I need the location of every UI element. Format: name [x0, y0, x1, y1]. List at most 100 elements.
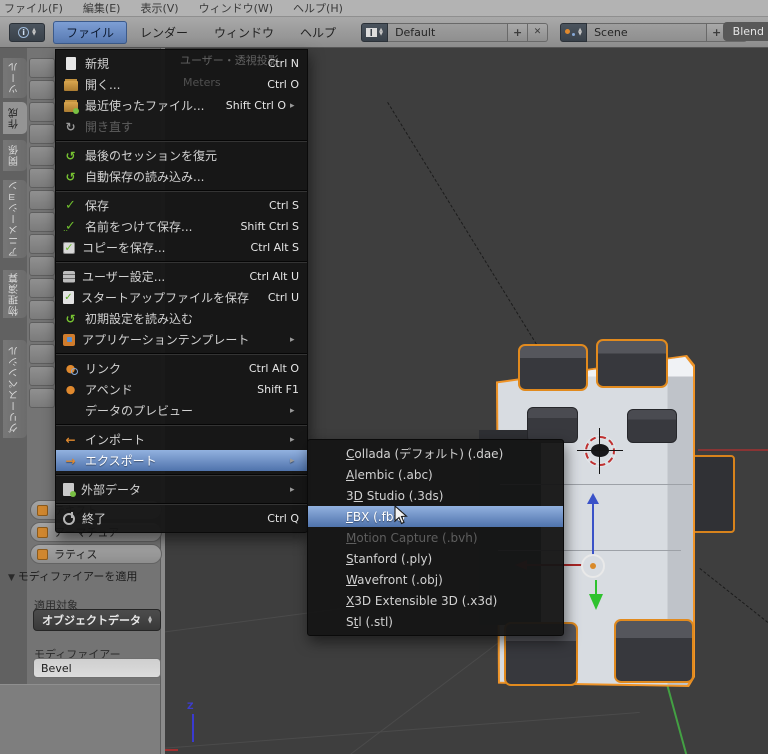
tool-icon-uv-sphere[interactable] — [29, 124, 55, 144]
operator-panel-header[interactable]: モディファイアーを適用 — [8, 568, 138, 584]
info-editor-icon — [18, 26, 30, 38]
file-menu-item[interactable]: 終了 Ctrl Q — [56, 508, 307, 529]
tool-icon-bezier-curve[interactable] — [29, 256, 55, 276]
file-menu-item[interactable]: 最近使ったファイル... Shift Ctrl O — [56, 95, 307, 116]
os-menu-item[interactable]: 表示(V) — [140, 0, 178, 16]
export-menu-item[interactable]: Stl (.stl) — [308, 611, 563, 632]
os-menu-item[interactable]: 編集(E) — [83, 0, 121, 16]
dashed-line — [699, 568, 768, 623]
tool-icon-empty[interactable] — [29, 388, 55, 408]
submenu-arrow-icon — [290, 435, 299, 445]
tool-icon-text[interactable] — [29, 344, 55, 364]
tool-icon-grid[interactable] — [29, 212, 55, 232]
header-menu-item[interactable]: ヘルプ — [287, 21, 349, 44]
menu-item-label: 自動保存の読み込み... — [85, 170, 205, 184]
dashed-line — [387, 102, 537, 345]
tool-icon-path[interactable] — [29, 322, 55, 342]
shelf-empty-area — [0, 684, 160, 754]
file-menu-item[interactable]: エクスポート — [56, 450, 307, 471]
file-menu-item[interactable]: 名前をつけて保存... Shift Ctrl S — [56, 216, 307, 237]
manipulator-z-arrow[interactable] — [587, 493, 599, 504]
shelf-tab[interactable]: アニメーション — [3, 180, 27, 258]
session-icon — [63, 149, 78, 163]
os-menu-item[interactable]: ヘルプ(H) — [293, 0, 343, 16]
add-layout-button[interactable] — [508, 22, 529, 42]
export-menu-item[interactable]: FBX (.fbx) — [308, 506, 563, 527]
export-menu-item[interactable]: 3D Studio (.3ds) — [308, 485, 563, 506]
menu-separator — [56, 190, 307, 192]
menu-item-label: Collada (デフォルト) (.dae) — [346, 447, 504, 461]
shelf-tab[interactable]: 関係 — [3, 140, 27, 171]
os-menu-item[interactable]: ウィンドウ(W) — [199, 0, 273, 16]
header-menu-item[interactable]: レンダー — [127, 21, 201, 44]
menu-item-label: スタートアップファイルを保存 — [81, 291, 250, 305]
tool-icon-torus[interactable] — [29, 190, 55, 210]
tool-icon-cube[interactable] — [29, 80, 55, 100]
file-menu-item[interactable]: 最後のセッションを復元 — [56, 145, 307, 166]
file-menu-item[interactable]: 保存 Ctrl S — [56, 195, 307, 216]
mini-axis-z-line — [192, 714, 194, 742]
tool-icon-cylinder[interactable] — [29, 146, 55, 166]
file-menu-item[interactable]: 開く... Ctrl O — [56, 74, 307, 95]
menu-item-label: 最後のセッションを復元 — [85, 149, 218, 163]
tool-icon-metaball[interactable] — [29, 366, 55, 386]
menu-item-label: エクスポート — [85, 454, 157, 468]
export-menu-item[interactable]: Stanford (.ply) — [308, 548, 563, 569]
brick-pad — [527, 407, 578, 443]
os-menu-item[interactable]: ファイル(F) — [4, 0, 63, 16]
file-menu-item[interactable]: リンク Ctrl Alt O — [56, 358, 307, 379]
tool-icon-circle[interactable] — [29, 102, 55, 122]
export-menu-item[interactable]: Collada (デフォルト) (.dae) — [308, 443, 563, 464]
shelf-button[interactable]: ラティス — [30, 544, 162, 564]
menu-item-label: 外部データ — [81, 483, 142, 497]
menu-item-label: 最近使ったファイル... — [85, 99, 205, 113]
modifier-name-field[interactable]: Bevel — [33, 658, 161, 678]
shelf-tab[interactable]: グリースペンシル — [3, 340, 27, 438]
menu-item-label: 名前をつけて保存... — [85, 220, 193, 234]
file-menu-item[interactable]: データのプレビュー — [56, 400, 307, 421]
shelf-tab[interactable]: 物理演算 — [3, 270, 27, 318]
file-menu-item[interactable]: コピーを保存... Ctrl Alt S — [56, 237, 307, 258]
screen-layout-browse-button[interactable] — [361, 22, 389, 42]
file-menu-item[interactable]: 自動保存の読み込み... — [56, 166, 307, 187]
tool-icon-circle-curve[interactable] — [29, 278, 55, 298]
savecopy-icon — [63, 241, 75, 255]
screen-layout-name-field[interactable]: Default — [388, 22, 509, 42]
viewport-view-label: ユーザー・透視投影 — [180, 54, 279, 67]
export-menu-item[interactable]: X3D Extensible 3D (.x3d) — [308, 590, 563, 611]
create-icon-column — [29, 58, 55, 410]
header-menu-item[interactable]: ファイル — [53, 20, 128, 44]
file-menu-item[interactable]: ユーザー設定... Ctrl Alt U — [56, 266, 307, 287]
file-menu-item[interactable]: アプリケーションテンプレート — [56, 329, 307, 350]
tool-icon-plane[interactable] — [29, 58, 55, 78]
export-menu-item[interactable]: Wavefront (.obj) — [308, 569, 563, 590]
screen-layout-selector: Default — [361, 22, 549, 42]
file-menu-item[interactable]: 初期設定を読み込む — [56, 308, 307, 329]
object-origin — [581, 554, 605, 578]
file-menu-item[interactable]: アペンド Shift F1 — [56, 379, 307, 400]
menu-item-label: Wavefront (.obj) — [346, 572, 443, 587]
chevron-updown-icon — [148, 616, 152, 624]
shelf-tab[interactable]: ツール — [3, 58, 27, 98]
file-menu-item[interactable]: インポート — [56, 429, 307, 450]
file-menu-item[interactable]: 外部データ — [56, 479, 307, 500]
manipulator-y-arrow[interactable] — [589, 594, 603, 610]
tool-icon-nurbs-curve[interactable] — [29, 300, 55, 320]
shelf-tab[interactable]: 作成 — [3, 102, 27, 134]
menu-item-shortcut: Ctrl U — [267, 291, 299, 304]
tool-icon-monkey[interactable] — [29, 234, 55, 254]
menu-item-label: Stanford (.ply) — [346, 551, 433, 566]
prefs-icon — [63, 270, 75, 283]
header-menu-item[interactable]: ウィンドウ — [201, 21, 287, 44]
scene-name-field[interactable]: Scene — [587, 22, 708, 42]
tool-icon-cone[interactable] — [29, 168, 55, 188]
close-layout-button[interactable] — [528, 22, 549, 42]
file-menu-item[interactable]: スタートアップファイルを保存 Ctrl U — [56, 287, 307, 308]
manipulator-z-axis[interactable] — [592, 503, 594, 555]
editor-type-selector[interactable] — [9, 22, 45, 42]
recent-icon — [63, 99, 79, 114]
apply-as-dropdown[interactable]: オブジェクトデータ — [33, 609, 161, 631]
menu-separator — [56, 261, 307, 263]
scene-browse-button[interactable] — [560, 22, 588, 42]
export-menu-item[interactable]: Alembic (.abc) — [308, 464, 563, 485]
